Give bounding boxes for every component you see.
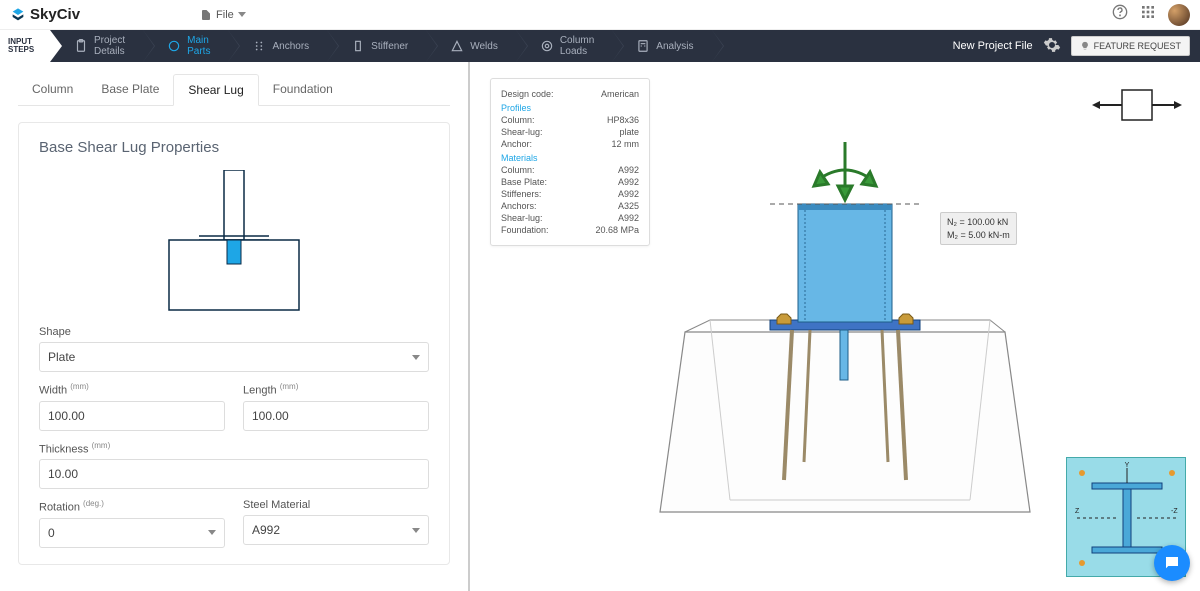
width-label: Width (mm): [39, 382, 225, 397]
shape-select[interactable]: Plate: [39, 342, 429, 372]
viewport-panel: Design code:American Profiles Column:HP8…: [470, 62, 1200, 591]
property-tabs: Column Base Plate Shear Lug Foundation: [18, 74, 450, 106]
circle-icon: [167, 39, 181, 53]
chevron-down-icon: [208, 530, 216, 535]
chevron-down-icon: [412, 355, 420, 360]
svg-text:-Z: -Z: [1171, 508, 1178, 515]
tab-column[interactable]: Column: [18, 74, 87, 105]
target-icon: [540, 39, 554, 53]
rect-icon: [351, 39, 365, 53]
svg-text:Y: Y: [1125, 462, 1130, 469]
triangle-icon: [450, 39, 464, 53]
feature-request-label: FEATURE REQUEST: [1094, 41, 1181, 51]
rotation-value: 0: [48, 526, 55, 540]
new-project-file[interactable]: New Project File: [953, 40, 1033, 52]
shear-lug-diagram: [39, 166, 429, 326]
material-select[interactable]: A992: [243, 515, 429, 545]
properties-panel: Base Shear Lug Properties Shape Plate: [18, 122, 450, 565]
step-main-parts[interactable]: MainParts: [143, 30, 228, 62]
step-project-details[interactable]: ProjectDetails: [50, 30, 143, 62]
width-input[interactable]: [39, 401, 225, 431]
tab-foundation[interactable]: Foundation: [259, 74, 347, 105]
calculator-icon: [636, 39, 650, 53]
file-menu-label: File: [216, 9, 234, 21]
thickness-input[interactable]: [39, 459, 429, 489]
step-nav: INPUTSTEPS ProjectDetails MainParts Anch…: [0, 30, 1200, 62]
chevron-down-icon: [412, 528, 420, 533]
apps-grid-icon[interactable]: [1140, 4, 1156, 25]
step-analysis[interactable]: Analysis: [612, 30, 711, 62]
avatar[interactable]: [1168, 4, 1190, 26]
settings-icon[interactable]: [1043, 36, 1061, 57]
file-menu[interactable]: File: [200, 9, 246, 21]
shape-value: Plate: [48, 350, 75, 364]
app-name: SkyCiv: [30, 6, 80, 23]
material-label: Steel Material: [243, 499, 429, 511]
thickness-label: Thickness (mm): [39, 441, 429, 456]
chat-icon: [1163, 554, 1181, 572]
topbar: SkyCiv File: [0, 0, 1200, 30]
length-label: Length (mm): [243, 382, 429, 397]
orientation-top-view[interactable]: [1092, 80, 1182, 130]
material-value: A992: [252, 523, 280, 537]
logo-icon: [10, 7, 26, 23]
rotation-select[interactable]: 0: [39, 518, 225, 548]
file-icon: [200, 9, 212, 21]
feature-request-button[interactable]: FEATURE REQUEST: [1071, 36, 1190, 56]
steps-label: INPUTSTEPS: [0, 30, 50, 62]
chevron-down-icon: [238, 12, 246, 17]
rotation-label: Rotation (deg.): [39, 499, 225, 514]
step-column-loads[interactable]: ColumnLoads: [516, 30, 612, 62]
step-anchors[interactable]: Anchors: [228, 30, 327, 62]
panel-title: Base Shear Lug Properties: [39, 139, 429, 156]
step-stiffener[interactable]: Stiffener: [327, 30, 426, 62]
svg-text:Z: Z: [1075, 508, 1080, 515]
shape-label: Shape: [39, 326, 429, 338]
length-input[interactable]: [243, 401, 429, 431]
tab-shear-lug[interactable]: Shear Lug: [173, 74, 258, 106]
lightbulb-icon: [1080, 41, 1090, 51]
chat-button[interactable]: [1154, 545, 1190, 581]
tab-base-plate[interactable]: Base Plate: [87, 74, 173, 105]
clipboard-icon: [74, 39, 88, 53]
left-panel: Column Base Plate Shear Lug Foundation B…: [0, 62, 470, 591]
step-welds[interactable]: Welds: [426, 30, 516, 62]
app-logo: SkyCiv: [10, 6, 80, 23]
dots-icon: [252, 39, 266, 53]
load-annotations: N₂ = 100.00 kN M₂ = 5.00 kN-m: [940, 212, 1017, 245]
help-icon[interactable]: [1112, 4, 1128, 25]
